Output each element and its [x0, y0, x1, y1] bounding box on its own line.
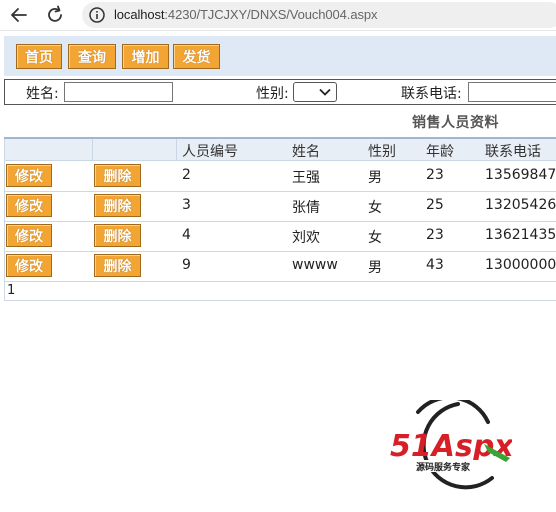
logo-sub-text: 源码服务专家: [416, 461, 471, 473]
col-header-phone[interactable]: 联系电话: [485, 141, 541, 161]
page-title: 销售人员资料: [412, 115, 499, 131]
chevron-down-icon: [319, 88, 331, 96]
header-separator: [92, 139, 93, 160]
cell-name: 刘欢: [292, 230, 320, 246]
url-text[interactable]: localhost:4230/TJCJXY/DNXS/Vouch004.aspx: [114, 7, 377, 22]
logo-main-text: 51Aspx: [390, 429, 512, 464]
cell-gender: 男: [368, 260, 382, 276]
site-info-icon[interactable]: [88, 6, 106, 24]
cell-gender: 女: [368, 230, 382, 246]
grid-pager: 1: [4, 281, 556, 301]
ship-button[interactable]: 发货: [173, 44, 220, 69]
edit-button[interactable]: 修改: [6, 194, 52, 217]
action-toolbar: 首页 查询 增加 发货: [4, 36, 556, 76]
cell-phone: 136214359: [485, 227, 556, 243]
cell-phone: 130000000: [485, 257, 556, 273]
51aspx-logo: 51Aspx 源码服务专家: [390, 400, 512, 490]
delete-button[interactable]: 删除: [94, 224, 141, 247]
delete-button[interactable]: 删除: [94, 194, 141, 217]
reload-icon[interactable]: [45, 5, 65, 25]
name-input[interactable]: [64, 82, 173, 102]
home-button[interactable]: 首页: [16, 44, 62, 69]
cell-id: 4: [182, 227, 191, 243]
edit-button[interactable]: 修改: [6, 224, 52, 247]
search-form: 姓名: 性别: 联系电话:: [4, 79, 556, 105]
gender-label: 性别:: [256, 86, 289, 102]
url-host: localhost: [114, 7, 165, 22]
delete-button[interactable]: 删除: [94, 164, 141, 187]
cell-age: 23: [426, 167, 444, 183]
grid-header: 人员编号 姓名 性别 年龄 联系电话: [4, 139, 556, 161]
table-row: 修改 删除 9 wwww 男 43 130000000: [4, 251, 556, 282]
edit-button[interactable]: 修改: [6, 164, 52, 187]
cell-name: wwww: [292, 257, 338, 273]
col-header-id[interactable]: 人员编号: [182, 141, 238, 161]
back-icon[interactable]: [9, 5, 29, 25]
cell-name: 张倩: [292, 200, 320, 216]
col-header-name[interactable]: 姓名: [292, 141, 320, 161]
phone-label: 联系电话:: [401, 86, 462, 102]
phone-input[interactable]: [468, 82, 556, 102]
table-row: 修改 删除 4 刘欢 女 23 136214359: [4, 221, 556, 252]
grid-left-border: [4, 139, 5, 301]
cell-name: 王强: [292, 170, 320, 186]
cell-id: 9: [182, 257, 191, 273]
url-path: :4230/TJCJXY/DNXS/Vouch004.aspx: [164, 7, 378, 22]
cell-id: 2: [182, 167, 191, 183]
cell-age: 25: [426, 197, 444, 213]
cell-age: 43: [426, 257, 444, 273]
cell-gender: 女: [368, 200, 382, 216]
cell-age: 23: [426, 227, 444, 243]
gender-select[interactable]: [293, 82, 337, 102]
header-separator: [176, 139, 177, 160]
browser-toolbar: localhost:4230/TJCJXY/DNXS/Vouch004.aspx: [0, 0, 556, 31]
col-header-gender[interactable]: 性别: [368, 141, 396, 161]
edit-button[interactable]: 修改: [6, 254, 52, 277]
cell-gender: 男: [368, 170, 382, 186]
cell-phone: 132054269: [485, 197, 556, 213]
cell-id: 3: [182, 197, 191, 213]
table-row: 修改 删除 3 张倩 女 25 132054269: [4, 191, 556, 222]
delete-button[interactable]: 删除: [94, 254, 141, 277]
page-number-link[interactable]: 1: [7, 283, 15, 298]
col-header-age[interactable]: 年龄: [426, 141, 454, 161]
query-button[interactable]: 查询: [68, 44, 116, 69]
cell-phone: 135698475: [485, 167, 556, 183]
table-row: 修改 删除 2 王强 男 23 135698475: [4, 161, 556, 192]
add-button[interactable]: 增加: [122, 44, 169, 69]
name-label: 姓名:: [26, 86, 59, 102]
